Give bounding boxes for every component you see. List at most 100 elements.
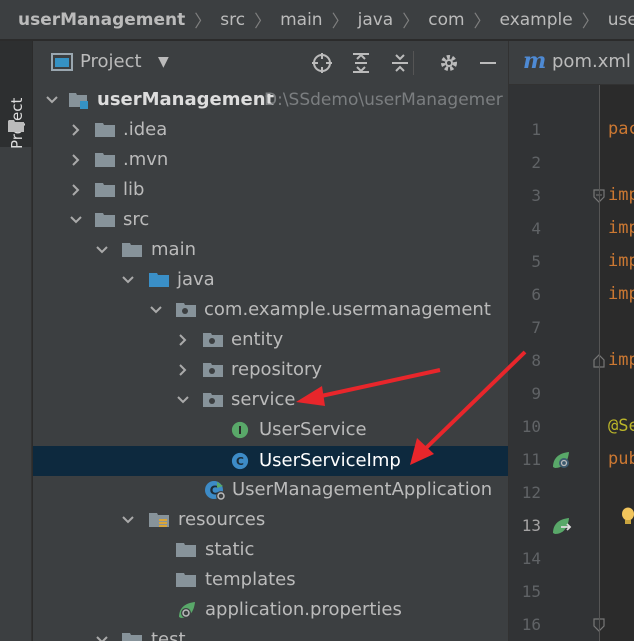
code-line-3[interactable]: imp: [608, 185, 634, 205]
breadcrumb-item-java[interactable]: java: [358, 10, 394, 30]
tree-item-label: userManagement: [97, 89, 275, 110]
code-line-5[interactable]: imp: [608, 251, 634, 271]
chevron-right-icon: 〉: [331, 12, 349, 32]
gear-icon[interactable]: [437, 51, 461, 75]
chevron-down-icon[interactable]: [45, 93, 59, 107]
chevron-down-icon[interactable]: [176, 393, 190, 407]
chevron-right-icon: 〉: [402, 12, 420, 32]
locate-file-icon[interactable]: [310, 51, 334, 75]
chevron-right-icon[interactable]: [176, 333, 190, 347]
spring-bean-gutter-icon[interactable]: [551, 449, 573, 471]
minimize-icon[interactable]: [476, 51, 500, 75]
tree-row-userservice[interactable]: I UserService: [33, 415, 508, 445]
tree-row-package[interactable]: com.example.usermanagement: [33, 295, 508, 325]
chevron-right-icon: 〉: [473, 12, 491, 32]
source-folder-icon: [149, 273, 169, 287]
tree-item-label: src: [123, 209, 150, 230]
tree-row-lib[interactable]: lib: [33, 175, 508, 205]
tree-row-service[interactable]: service: [33, 385, 508, 415]
expand-all-icon[interactable]: [349, 51, 373, 75]
tree-row-application-class[interactable]: C UserManagementApplication: [33, 475, 508, 505]
code-line-8[interactable]: imp: [608, 350, 634, 370]
tree-row-entity[interactable]: entity: [33, 325, 508, 355]
tree-row-src[interactable]: src: [33, 205, 508, 235]
tree-item-label: UserService: [259, 419, 367, 440]
tree-row-repository[interactable]: repository: [33, 355, 508, 385]
chevron-down-icon[interactable]: [121, 273, 135, 287]
chevron-down-icon[interactable]: [121, 513, 135, 527]
package-icon: [203, 393, 223, 407]
tree-row-test[interactable]: test: [33, 625, 508, 641]
tree-row-project-root[interactable]: userManagement D:\SSdemo\userManagemer: [33, 85, 508, 115]
editor-tab-pom[interactable]: pom.xml: [552, 51, 631, 72]
project-window-icon: [51, 53, 73, 71]
gutter-separator: [599, 85, 600, 641]
code-line-11[interactable]: pub: [608, 449, 634, 469]
project-panel-header: Project ▼: [33, 41, 508, 85]
line-number: 2: [531, 153, 541, 172]
tree-row-idea[interactable]: .idea: [33, 115, 508, 145]
chevron-right-icon[interactable]: [69, 153, 83, 167]
editor-tab-bar: m pom.xml: [509, 41, 634, 85]
breadcrumb-item-project[interactable]: userManagement: [18, 10, 185, 30]
tree-item-label: lib: [123, 179, 145, 200]
code-line-4[interactable]: imp: [608, 218, 634, 238]
editor-area: m pom.xml 1 2 3 4 5 6 7 8 9 10 11 12 13 …: [508, 41, 634, 641]
chevron-right-icon: 〉: [581, 12, 599, 32]
tree-row-mvn[interactable]: .mvn: [33, 145, 508, 175]
breadcrumb-item-src[interactable]: src: [220, 10, 245, 30]
line-number: 6: [531, 285, 541, 304]
tree-item-label: UserManagementApplication: [232, 479, 493, 500]
code-line-10[interactable]: @Se: [608, 416, 634, 436]
tree-row-application-properties[interactable]: application.properties: [33, 595, 508, 625]
chevron-right-icon[interactable]: [69, 123, 83, 137]
tree-item-label: entity: [231, 329, 284, 350]
lightbulb-icon[interactable]: [621, 507, 634, 525]
breadcrumb-item-usermanage[interactable]: usermanage: [608, 10, 634, 30]
tree-item-label: test: [151, 629, 186, 641]
breadcrumb-item-example[interactable]: example: [500, 10, 573, 30]
line-number: 1: [531, 120, 541, 139]
code-line-6[interactable]: imp: [608, 284, 634, 304]
chevron-right-icon[interactable]: [69, 183, 83, 197]
code-line-1[interactable]: pac: [608, 119, 634, 139]
tree-row-userserviceimp[interactable]: C UserServiceImp: [33, 446, 508, 476]
dropdown-caret-icon[interactable]: ▼: [158, 54, 169, 70]
chevron-down-icon[interactable]: [95, 243, 109, 257]
line-number: 12: [521, 483, 541, 502]
folder-icon: [176, 573, 196, 587]
chevron-down-icon[interactable]: [149, 303, 163, 317]
tree-item-label: UserServiceImp: [259, 450, 401, 471]
line-number: 7: [531, 318, 541, 337]
tree-row-main[interactable]: main: [33, 235, 508, 265]
chevron-right-icon[interactable]: [176, 363, 190, 377]
tree-item-label: .mvn: [123, 149, 169, 170]
package-icon: [203, 363, 223, 377]
line-number: 15: [521, 582, 541, 601]
tree-item-label: java: [177, 269, 215, 290]
tree-row-resources[interactable]: resources: [33, 505, 508, 535]
line-number: 13: [521, 516, 541, 535]
tree-item-label: application.properties: [205, 599, 402, 620]
breadcrumb-item-com[interactable]: com: [428, 10, 464, 30]
tree-row-static[interactable]: static: [33, 535, 508, 565]
chevron-down-icon[interactable]: [69, 213, 83, 227]
tree-row-templates[interactable]: templates: [33, 565, 508, 595]
collapse-all-icon[interactable]: [388, 51, 412, 75]
line-number: 8: [531, 351, 541, 370]
toolbar-divider: [413, 51, 414, 75]
project-view-selector[interactable]: Project: [80, 51, 142, 72]
chevron-down-icon[interactable]: [95, 633, 109, 641]
maven-icon: m: [523, 48, 547, 74]
tree-item-label: resources: [178, 509, 266, 530]
tree-item-label: static: [205, 539, 255, 560]
project-path: D:\SSdemo\userManagemer: [264, 90, 503, 110]
run-gutter-icon[interactable]: [551, 515, 573, 537]
breadcrumb-item-main[interactable]: main: [280, 10, 322, 30]
package-icon: [176, 303, 196, 317]
folder-icon: [95, 123, 115, 137]
tree-row-java[interactable]: java: [33, 265, 508, 295]
folder-icon: [122, 633, 142, 641]
line-number: 11: [521, 450, 541, 469]
folder-icon: [176, 543, 196, 557]
